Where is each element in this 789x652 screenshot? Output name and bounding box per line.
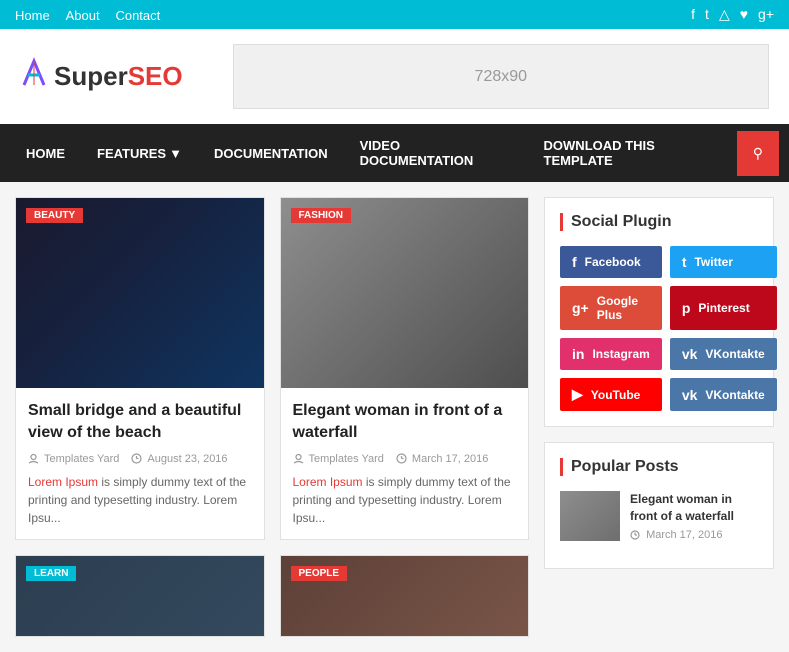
article-card-1: BEAUTY Small bridge and a beautiful view…	[15, 197, 265, 540]
instagram-button[interactable]: in Instagram	[560, 338, 662, 370]
vkontakte-button-2[interactable]: vk VKontakte	[670, 378, 777, 411]
vkontakte-button-1[interactable]: vk VKontakte	[670, 338, 777, 370]
nav-contact[interactable]: Contact	[115, 8, 160, 23]
facebook-button[interactable]: f Facebook	[560, 246, 662, 278]
article-badge-2: FASHION	[291, 208, 351, 223]
content-area: BEAUTY Small bridge and a beautiful view…	[0, 182, 789, 652]
article-author-1: Templates Yard	[28, 453, 119, 465]
nav-home[interactable]: Home	[15, 8, 50, 23]
popular-posts-title: Popular Posts	[560, 458, 758, 476]
social-grid: f Facebook t Twitter g+ Google Plus p Pi…	[560, 246, 758, 411]
article-title-2: Elegant woman in front of a waterfall	[293, 400, 517, 445]
bottom-article-grid: LEARN PEOPLE	[15, 555, 529, 637]
pinterest-top-icon[interactable]: ♥	[740, 6, 748, 23]
top-nav: Home About Contact	[15, 7, 172, 23]
facebook-top-icon[interactable]: f	[691, 6, 695, 23]
article-image-2: FASHION	[281, 198, 529, 388]
facebook-icon: f	[572, 254, 577, 270]
article-date-1: August 23, 2016	[131, 453, 227, 465]
vkontakte-label-1: VKontakte	[705, 347, 764, 361]
features-arrow-icon: ▼	[169, 146, 182, 161]
twitter-top-icon[interactable]: t	[705, 6, 709, 23]
instagram-label: Instagram	[592, 347, 649, 361]
bottom-card-2: PEOPLE	[280, 555, 530, 637]
popular-post-title-1: Elegant woman in front of a waterfall	[630, 491, 758, 525]
main-content: BEAUTY Small bridge and a beautiful view…	[15, 197, 529, 637]
social-plugin-title: Social Plugin	[560, 213, 758, 231]
popular-post-date-1: March 17, 2016	[630, 529, 758, 541]
logo: SuperSEO	[20, 57, 183, 96]
article-meta-1: Templates Yard August 23, 2016	[28, 453, 252, 465]
sidebar: Social Plugin f Facebook t Twitter g+ Go…	[544, 197, 774, 637]
googleplus-icon: g+	[572, 300, 589, 316]
popular-post-1: Elegant woman in front of a waterfall Ma…	[560, 491, 758, 541]
bottom-card-1: LEARN	[15, 555, 265, 637]
popular-thumb-1	[560, 491, 620, 541]
ad-text: 728x90	[475, 68, 528, 86]
popular-info-1: Elegant woman in front of a waterfall Ma…	[630, 491, 758, 541]
facebook-label: Facebook	[585, 255, 641, 269]
article-author-2: Templates Yard	[293, 453, 384, 465]
article-excerpt-1: Lorem Ipsum is simply dummy text of the …	[28, 473, 252, 527]
article-image-1: BEAUTY	[16, 198, 264, 388]
pinterest-label: Pinterest	[698, 301, 749, 315]
author-name-1: Templates Yard	[44, 453, 119, 465]
twitter-label: Twitter	[694, 255, 732, 269]
date-text-1: August 23, 2016	[147, 453, 227, 465]
article-card-2: FASHION Elegant woman in front of a wate…	[280, 197, 530, 540]
article-grid: BEAUTY Small bridge and a beautiful view…	[15, 197, 529, 540]
bottom-badge-1: LEARN	[26, 566, 76, 581]
top-icons: f t △ ♥ g+	[691, 6, 774, 23]
vkontakte-label-2: VKontakte	[705, 388, 764, 402]
article-img-placeholder-2	[281, 198, 529, 388]
nav-item-download[interactable]: DOWNLOAD THIS TEMPLATE	[528, 124, 737, 182]
features-label: FEATURES	[97, 146, 166, 161]
top-bar: Home About Contact f t △ ♥ g+	[0, 0, 789, 29]
search-button[interactable]: ⚲	[737, 131, 779, 176]
article-body-1: Small bridge and a beautiful view of the…	[16, 388, 264, 539]
youtube-icon: ▶	[572, 386, 583, 403]
youtube-button[interactable]: ▶ YouTube	[560, 378, 662, 411]
googleplus-button[interactable]: g+ Google Plus	[560, 286, 662, 330]
bottom-badge-2: PEOPLE	[291, 566, 348, 581]
article-meta-2: Templates Yard March 17, 2016	[293, 453, 517, 465]
date-text-2: March 17, 2016	[412, 453, 488, 465]
article-img-placeholder-1	[16, 198, 264, 388]
instagram-icon: in	[572, 346, 584, 362]
instagram-top-icon[interactable]: △	[719, 6, 730, 23]
googleplus-top-icon[interactable]: g+	[758, 6, 774, 23]
pinterest-icon: p	[682, 300, 691, 316]
logo-icon	[20, 57, 48, 96]
nav-item-features[interactable]: FEATURES ▼	[81, 132, 198, 175]
main-nav: HOME FEATURES ▼ DOCUMENTATION VIDEO DOCU…	[0, 124, 789, 182]
twitter-icon: t	[682, 254, 687, 270]
nav-about[interactable]: About	[66, 8, 100, 23]
article-excerpt-2: Lorem Ipsum is simply dummy text of the …	[293, 473, 517, 527]
youtube-label: YouTube	[591, 388, 641, 402]
header: SuperSEO 728x90	[0, 29, 789, 124]
pinterest-button[interactable]: p Pinterest	[670, 286, 777, 330]
vkontakte-icon-1: vk	[682, 346, 698, 362]
ad-banner: 728x90	[233, 44, 769, 109]
article-badge-1: BEAUTY	[26, 208, 83, 223]
author-name-2: Templates Yard	[309, 453, 384, 465]
logo-seo-text: SEO	[128, 61, 183, 92]
twitter-button[interactable]: t Twitter	[670, 246, 777, 278]
nav-item-videodocs[interactable]: VIDEO DOCUMENTATION	[344, 124, 528, 182]
article-body-2: Elegant woman in front of a waterfall Te…	[281, 388, 529, 539]
article-date-2: March 17, 2016	[396, 453, 488, 465]
nav-item-docs[interactable]: DOCUMENTATION	[198, 132, 344, 175]
googleplus-label: Google Plus	[597, 294, 650, 322]
bottom-card-image-2: PEOPLE	[281, 556, 529, 636]
article-title-1: Small bridge and a beautiful view of the…	[28, 400, 252, 445]
nav-item-home[interactable]: HOME	[10, 132, 81, 175]
popular-date-text-1: March 17, 2016	[646, 529, 722, 541]
logo-super-text: Super	[54, 61, 128, 92]
bottom-card-image-1: LEARN	[16, 556, 264, 636]
social-plugin-section: Social Plugin f Facebook t Twitter g+ Go…	[544, 197, 774, 427]
vkontakte-icon-2: vk	[682, 387, 698, 403]
popular-posts-section: Popular Posts Elegant woman in front of …	[544, 442, 774, 569]
